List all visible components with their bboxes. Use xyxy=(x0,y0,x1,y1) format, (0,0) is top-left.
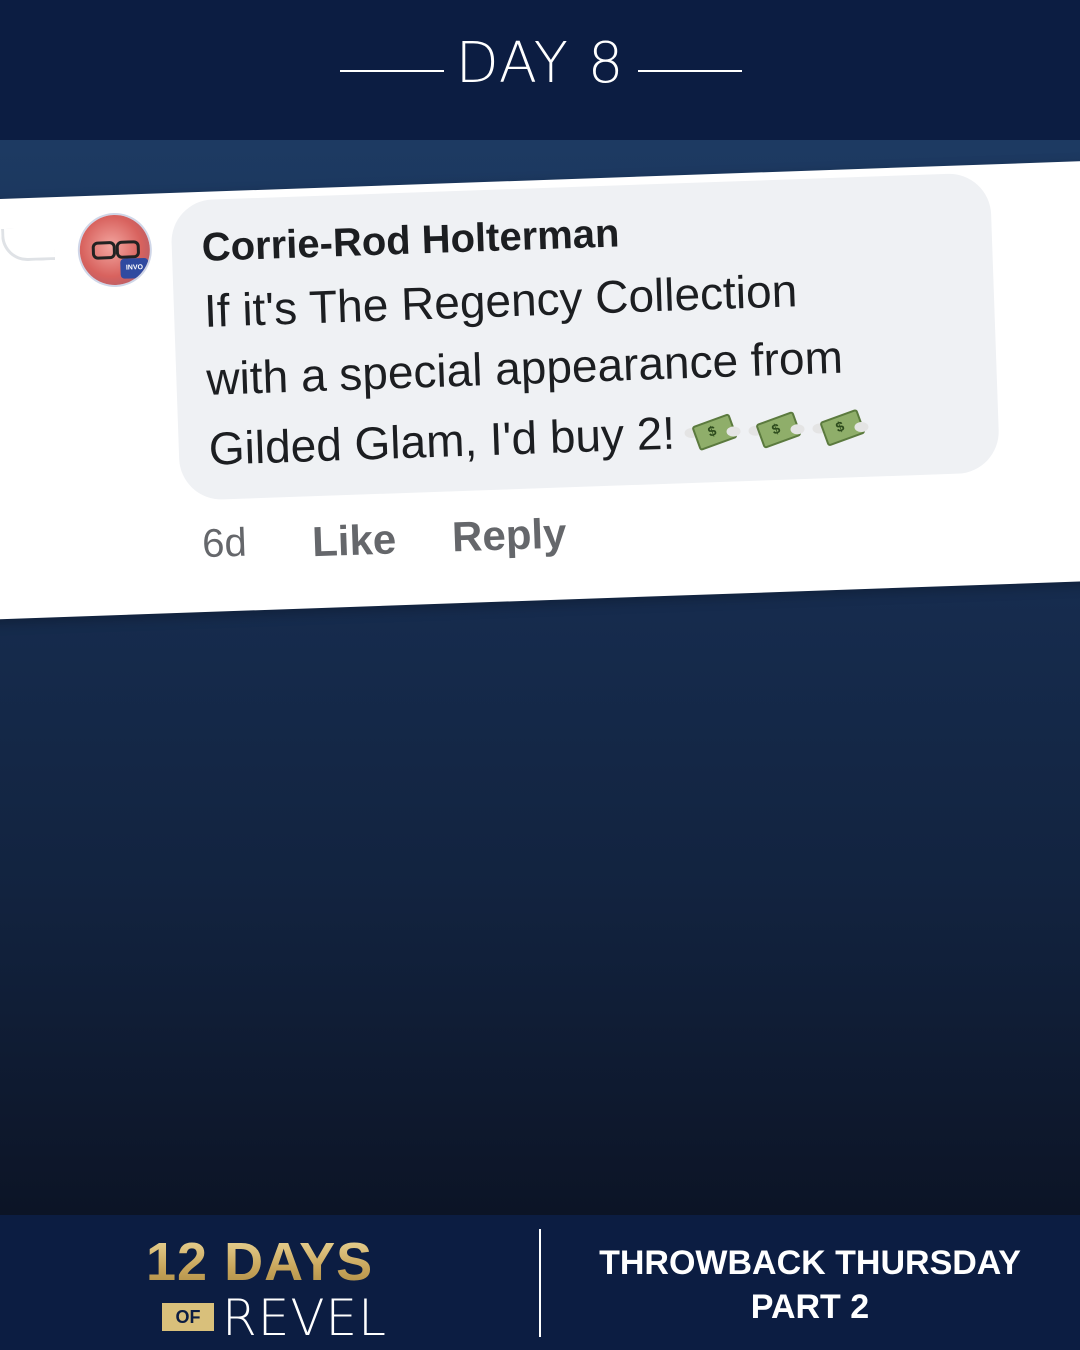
comment-text-line-1: If it's The Regency Collection xyxy=(203,264,799,337)
comment-bubble: Corrie-Rod Holterman If it's The Regency… xyxy=(170,172,1001,501)
money-with-wings-icon xyxy=(812,406,870,448)
glasses-right xyxy=(115,240,141,259)
comment-timestamp[interactable]: 6d xyxy=(201,521,247,568)
day-title: DAY 8 xyxy=(455,31,625,96)
logo-12-days: 12 DAYS xyxy=(146,1232,374,1292)
theme-line-1: THROWBACK THURSDAY xyxy=(599,1244,1021,1282)
theme-line-2: PART 2 xyxy=(750,1288,870,1326)
comment-text-line-3-text: Gilded Glam, I'd buy 2! xyxy=(207,406,676,475)
like-button[interactable]: Like xyxy=(311,515,397,566)
comment-screenshot-card: INVO Corrie-Rod Holterman If it's The Re… xyxy=(0,160,1080,620)
comment-text-line-2: with a special appearance from xyxy=(205,330,844,405)
avatar[interactable]: INVO xyxy=(78,213,152,287)
money-emoji-group xyxy=(684,403,878,464)
glasses-left xyxy=(91,240,117,260)
comment-author[interactable]: Corrie-Rod Holterman xyxy=(201,211,620,271)
thread-connector xyxy=(1,227,56,262)
money-with-wings-icon xyxy=(684,410,742,452)
footer-banner: 12 DAYS OF REVEL THROWBACK THURSDAY PART… xyxy=(0,1215,1080,1350)
header-banner: DAY 8 xyxy=(0,0,1080,140)
logo-revel: REVEL xyxy=(222,1289,387,1347)
brand-logo: 12 DAYS OF REVEL xyxy=(146,1231,396,1347)
avatar-badge: INVO xyxy=(120,257,149,279)
money-with-wings-icon xyxy=(748,408,806,450)
reply-button[interactable]: Reply xyxy=(451,509,567,561)
footer-divider xyxy=(539,1229,541,1337)
title-rule-right xyxy=(638,70,742,72)
comment-text-line-3: Gilded Glam, I'd buy 2! xyxy=(208,399,878,480)
theme-caption: THROWBACK THURSDAY PART 2 xyxy=(560,1241,1060,1329)
background-panel: INVO Corrie-Rod Holterman If it's The Re… xyxy=(0,140,1080,1215)
logo-of-badge: OF xyxy=(162,1303,214,1331)
